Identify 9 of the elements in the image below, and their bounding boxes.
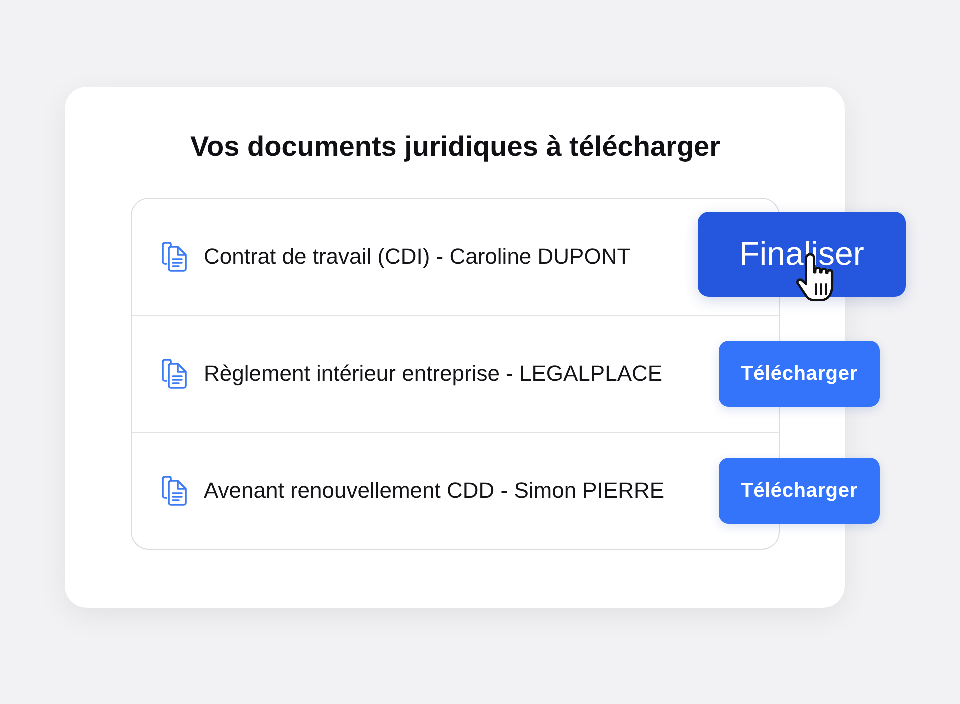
document-name: Contrat de travail (CDI) - Caroline DUPONT: [204, 244, 631, 270]
document-icon: [162, 359, 188, 389]
action-button[interactable]: Télécharger: [719, 341, 880, 407]
action-button[interactable]: Télécharger: [719, 458, 880, 524]
card-title: Vos documents juridiques à télécharger: [189, 130, 722, 164]
document-icon: [162, 242, 188, 272]
document-name: Avenant renouvellement CDD - Simon PIERRE: [204, 478, 665, 504]
document-icon: [162, 476, 188, 506]
document-name: Règlement intérieur entreprise - LEGALPLACE: [204, 361, 663, 387]
